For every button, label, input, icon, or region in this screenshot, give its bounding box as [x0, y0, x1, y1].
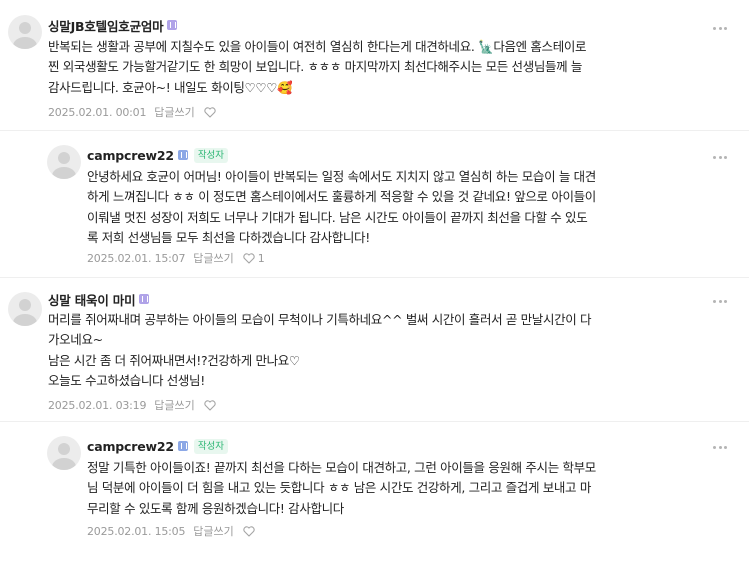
- reply-button[interactable]: 답글쓰기: [154, 397, 194, 413]
- like-button[interactable]: [243, 525, 258, 537]
- default-avatar-icon[interactable]: [47, 145, 81, 179]
- comment-date: 2025.02.01. 15:07: [87, 251, 186, 265]
- more-dots-icon[interactable]: [713, 25, 727, 31]
- like-button[interactable]: [204, 106, 219, 118]
- more-dots-icon[interactable]: [713, 444, 727, 450]
- default-avatar-icon[interactable]: [8, 292, 42, 326]
- comment-item: 싱말JB호텔임호균엄마 반복되는 생활과 공부에 지칠수도 있을 아이들이 여전…: [0, 0, 749, 128]
- reply-button[interactable]: 답글쓰기: [193, 523, 233, 539]
- default-avatar-icon[interactable]: [8, 15, 42, 49]
- reply-button[interactable]: 답글쓰기: [154, 104, 194, 120]
- comment-author[interactable]: 싱말 태욱이 마미: [48, 290, 136, 309]
- comment-date: 2025.02.01. 03:19: [48, 398, 147, 412]
- heart-outline-icon: [204, 399, 216, 411]
- comment-author[interactable]: campcrew22: [87, 439, 174, 454]
- comment-content: 정말 기특한 아이들이죠! 끝까지 최선을 다하는 모습이 대견하고, 그런 아…: [87, 460, 596, 516]
- comment-content: 머리를 쥐어짜내며 공부하는 아이들의 모습이 무척이나 기특하네요^^ 벌써 …: [48, 312, 592, 388]
- default-avatar-icon[interactable]: [47, 436, 81, 470]
- comment-item: 싱말 태욱이 마미 머리를 쥐어짜내며 공부하는 아이들의 모습이 무척이나 기…: [0, 278, 749, 420]
- reply-button[interactable]: 답글쓰기: [193, 250, 233, 266]
- comment-meta: 2025.02.01. 03:19 답글쓰기: [48, 397, 219, 413]
- like-button[interactable]: [204, 399, 219, 411]
- comment-meta: 2025.02.01. 15:07 답글쓰기 1: [87, 250, 265, 266]
- writer-badge: 작성자: [193, 147, 229, 163]
- heart-outline-icon: [204, 106, 216, 118]
- member-grade-icon: [177, 441, 188, 451]
- like-count: 1: [257, 251, 265, 265]
- comment-meta: 2025.02.01. 15:05 답글쓰기: [87, 523, 258, 539]
- comment-author-line: 싱말 태욱이 마미: [48, 290, 150, 309]
- more-dots-icon[interactable]: [713, 298, 727, 304]
- reply-item: campcrew22 작성자 정말 기특한 아이들이죠! 끝까지 최선을 다하는…: [0, 422, 749, 569]
- heart-outline-icon: [243, 525, 255, 537]
- member-grade-icon: [177, 150, 188, 160]
- heart-outline-icon: [243, 252, 255, 264]
- reply-item: campcrew22 작성자 안녕하세요 호균이 어머님! 아이들이 반복되는 …: [0, 131, 749, 273]
- comment-author[interactable]: 싱말JB호텔임호균엄마: [48, 16, 164, 35]
- more-dots-icon[interactable]: [713, 154, 727, 160]
- comment-date: 2025.02.01. 00:01: [48, 105, 147, 119]
- comment-author-line: campcrew22 작성자: [87, 146, 229, 164]
- comment-content: 안녕하세요 호균이 어머님! 아이들이 반복되는 일정 속에서도 지치지 않고 …: [87, 169, 596, 245]
- member-grade-icon: [139, 294, 150, 304]
- comment-author[interactable]: campcrew22: [87, 148, 174, 163]
- comment-author-line: 싱말JB호텔임호균엄마: [48, 16, 178, 35]
- comment-meta: 2025.02.01. 00:01 답글쓰기: [48, 104, 219, 120]
- member-grade-icon: [167, 20, 178, 30]
- comment-author-line: campcrew22 작성자: [87, 437, 229, 455]
- comment-content: 반복되는 생활과 공부에 지칠수도 있을 아이들이 여전히 열심히 한다는게 대…: [48, 39, 587, 95]
- like-button[interactable]: 1: [243, 252, 265, 265]
- comment-date: 2025.02.01. 15:05: [87, 524, 186, 538]
- writer-badge: 작성자: [193, 438, 229, 454]
